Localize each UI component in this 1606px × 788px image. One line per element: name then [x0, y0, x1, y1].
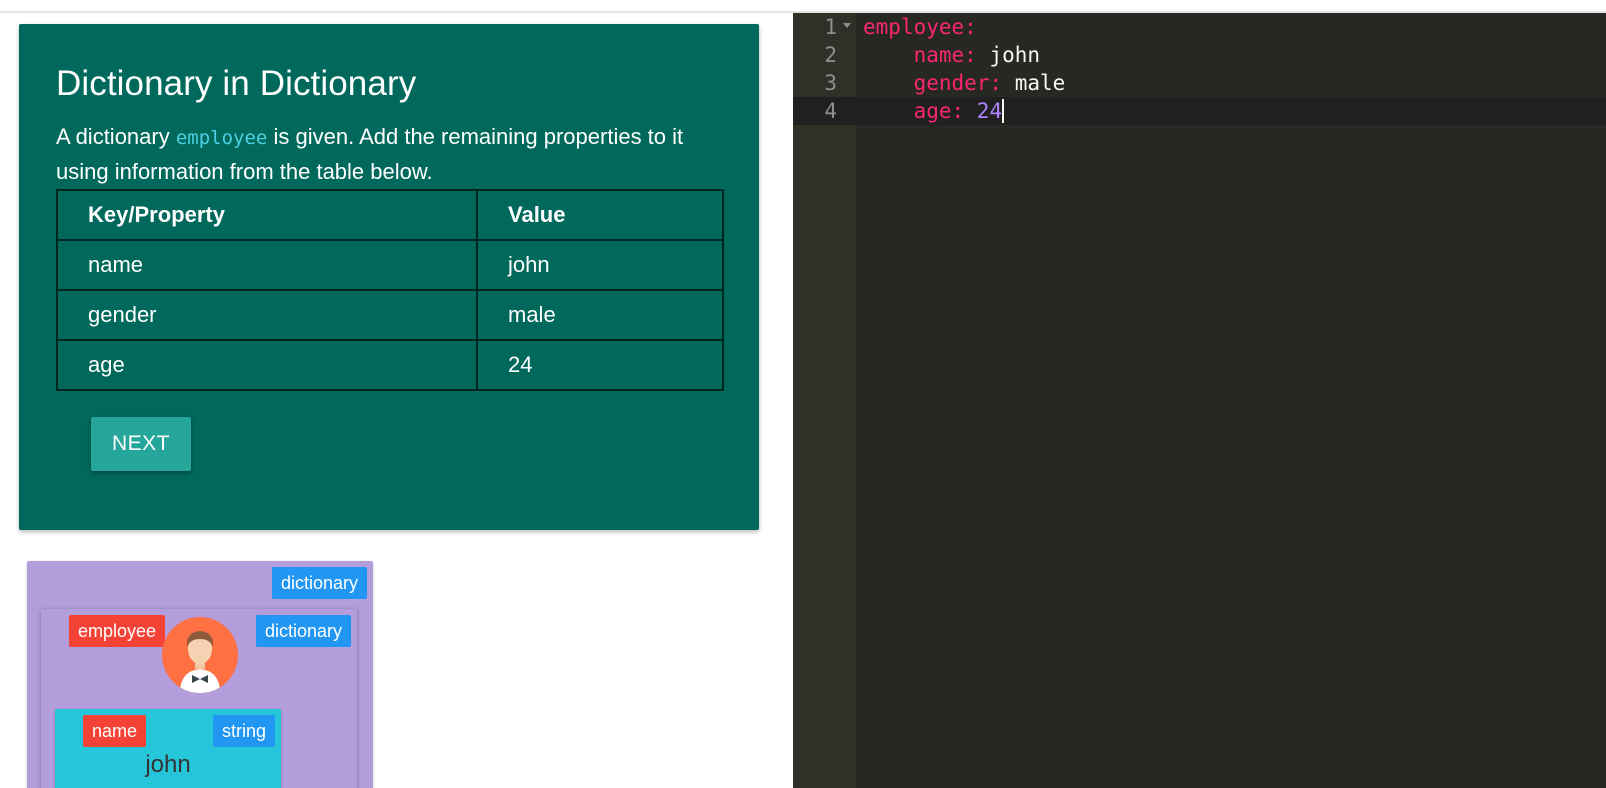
text-cursor: [1002, 98, 1005, 123]
task-card: Dictionary in Dictionary A dictionary em…: [19, 24, 759, 530]
line-number: 1: [824, 15, 837, 39]
field-type-chip: string: [212, 715, 275, 747]
line-number: 4: [824, 99, 837, 123]
dictionary-visualization: dictionary employee dictionary name stri…: [27, 561, 373, 788]
yaml-key: gender:: [913, 71, 1003, 95]
code-line[interactable]: employee:: [863, 13, 977, 41]
table-row: gender male: [56, 289, 724, 341]
task-description-prefix: A dictionary: [56, 124, 176, 149]
employee-key-chip: employee: [69, 615, 166, 647]
outer-type-chip: dictionary: [271, 567, 367, 599]
field-key-chip: name: [83, 715, 147, 747]
task-description: A dictionary employee is given. Add the …: [56, 120, 736, 189]
fold-arrow-icon[interactable]: [843, 23, 851, 28]
code-line[interactable]: name: john: [863, 41, 1040, 69]
yaml-value: male: [1002, 71, 1066, 95]
table-header-row: Key/Property Value: [56, 189, 724, 241]
table-cell-value: 24: [476, 339, 724, 391]
table-cell-value: john: [476, 239, 724, 291]
next-button[interactable]: NEXT: [91, 417, 191, 471]
task-title: Dictionary in Dictionary: [56, 64, 417, 103]
employee-dictionary-box: employee dictionary name string john: [41, 609, 357, 788]
employee-type-chip: dictionary: [255, 615, 351, 647]
yaml-value: john: [976, 43, 1041, 67]
yaml-key: age:: [913, 99, 965, 123]
table-cell-key: age: [56, 339, 478, 391]
table-cell-key: name: [56, 239, 478, 291]
code-line[interactable]: age: 24: [863, 97, 1005, 125]
table-row: age 24: [56, 339, 724, 391]
yaml-key: name:: [913, 43, 977, 67]
person-avatar-icon: [162, 617, 238, 693]
table-cell-key: gender: [56, 289, 478, 341]
code-line[interactable]: gender: male: [863, 69, 1066, 97]
yaml-key: employee:: [863, 15, 977, 39]
line-number: 2: [824, 43, 837, 67]
line-number: 3: [824, 71, 837, 95]
table-header-key: Key/Property: [56, 189, 478, 241]
field-value: john: [145, 751, 191, 778]
code-editor[interactable]: 1 2 3 4 employee: name: john gender: mal…: [793, 13, 1606, 788]
table-header-value: Value: [476, 189, 724, 241]
property-table: Key/Property Value name john gender male…: [56, 189, 724, 391]
table-cell-value: male: [476, 289, 724, 341]
task-description-code: employee: [175, 127, 268, 149]
table-row: name john: [56, 239, 724, 291]
name-field-box: name string john: [55, 709, 281, 788]
editor-gutter: [793, 13, 856, 788]
yaml-number: 24: [964, 99, 1003, 123]
